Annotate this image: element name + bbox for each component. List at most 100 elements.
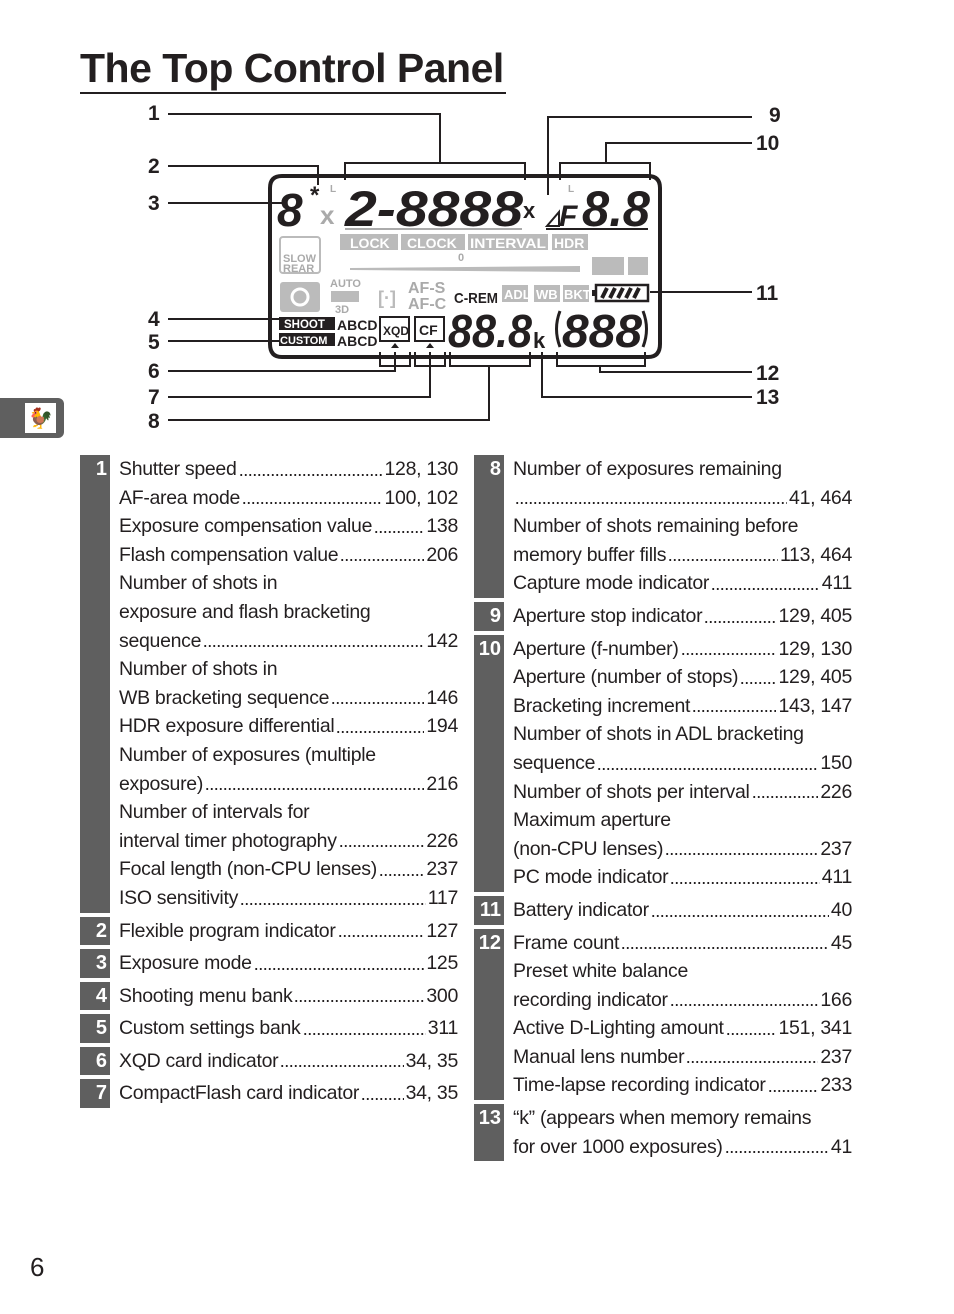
- lcd-x-right: x: [523, 198, 536, 223]
- exposure-mode-digit: 8: [277, 184, 303, 236]
- dot-leader: [378, 855, 425, 877]
- page-reference: 128, 130: [384, 458, 458, 480]
- exposure-scale-zero: 0: [458, 252, 464, 264]
- page-reference: 138: [426, 515, 458, 538]
- page-reference: 206: [426, 543, 458, 566]
- interval-label: INTERVAL: [470, 235, 546, 251]
- page-reference: 194: [426, 715, 458, 738]
- entry-number: 5: [80, 1014, 110, 1043]
- legend-line: “k” (appears when memory remains: [513, 1104, 852, 1133]
- callout-1: 1: [148, 102, 160, 125]
- af-area-bracket-icon: [·]: [378, 288, 396, 308]
- legend-left-column: 1 Shutter speed 128, 130 AF-area mode 100, 1…: [80, 455, 458, 1112]
- entry-number: 6: [80, 1046, 110, 1076]
- lcd-x-left: x: [320, 200, 335, 230]
- dot-leader: [669, 985, 819, 1008]
- top-control-panel-diagram: 1 2 3 4 5 6 7 8 9 10 11 12 13 8 * L x 2-…: [148, 102, 781, 433]
- page-reference: 100, 102: [384, 486, 458, 509]
- callout-13: 13: [756, 386, 779, 409]
- legend-line: Shooting menu bank 300: [119, 981, 458, 1011]
- page-reference: 143, 147: [778, 694, 852, 717]
- legend-line: Maximum aperture: [513, 806, 852, 835]
- 3d-label: 3D: [335, 304, 349, 316]
- legend-entry: 1 Shutter speed 128, 130 AF-area mode 100, 1…: [80, 455, 458, 913]
- wb-label: WB: [536, 287, 558, 302]
- item-label: (non-CPU lenses): [513, 837, 664, 860]
- page-reference: 300: [426, 984, 458, 1007]
- legend-line: AF-area mode 100, 102: [119, 483, 458, 513]
- dot-leader: [665, 834, 819, 857]
- dot-leader: [336, 712, 425, 734]
- flex-program-asterisk: *: [310, 182, 320, 209]
- dot-leader: [253, 949, 425, 971]
- legend-entry: 8 Number of exposures remaining 41, 464 Num…: [474, 455, 852, 598]
- legend-line: for over 1000 exposures) 41: [513, 1132, 852, 1162]
- legend-line: Number of shots remaining before: [513, 512, 852, 541]
- page-reference: 216: [426, 772, 458, 795]
- clock-label: CLOCK: [407, 235, 457, 251]
- callout-9: 9: [769, 104, 781, 127]
- item-label: sequence: [119, 629, 202, 652]
- legend-line: Aperture stop indicator 129, 405: [513, 601, 852, 631]
- page-reference: 40: [830, 898, 852, 921]
- item-label: Number of exposures (multiple: [119, 743, 376, 766]
- callout-3: 3: [148, 192, 160, 215]
- item-label: exposure and flash bracketing: [119, 600, 371, 623]
- dot-leader: [740, 663, 777, 685]
- dot-leader: [751, 777, 819, 800]
- page-reference: 127: [426, 919, 458, 942]
- item-label: Aperture (f-number): [513, 637, 679, 660]
- callout-lines: [168, 113, 752, 421]
- legend-line: interval timer photography 226: [119, 826, 458, 856]
- legend-line: XQD card indicator 34, 35: [119, 1046, 458, 1076]
- dot-leader: [597, 748, 819, 771]
- chapter-tab[interactable]: 🐓: [0, 398, 64, 438]
- legend-line: Preset white balance: [513, 957, 852, 986]
- custom-label: CUSTOM: [280, 335, 327, 347]
- legend-line: Time-lapse recording indicator 233: [513, 1071, 852, 1100]
- legend-entry: 4 Shooting menu bank 300: [80, 981, 458, 1011]
- page-reference: 129, 405: [778, 666, 852, 689]
- legend-entry: 2 Flexible program indicator 127: [80, 916, 458, 946]
- legend-line: Active D-Lighting amount 151, 341: [513, 1014, 852, 1043]
- legend-right-column: 8 Number of exposures remaining 41, 464 Num…: [474, 455, 852, 1165]
- xqd-card-indicator: XQD: [383, 324, 409, 338]
- dot-leader: [650, 895, 829, 918]
- callout-5: 5: [148, 331, 160, 354]
- entry-number: 9: [474, 601, 504, 631]
- legend-line: (non-CPU lenses) 237: [513, 834, 852, 864]
- page-reference: 129, 130: [778, 637, 852, 660]
- page-reference: 146: [426, 686, 458, 709]
- legend-entry: 9 Aperture stop indicator 129, 405: [474, 601, 852, 631]
- lcd-contents: 8 * L x 2-8888 x L F 8.8 LOCK CLOCK INTE…: [277, 181, 650, 357]
- dot-leader: [374, 512, 425, 534]
- item-label: Flash compensation value: [119, 543, 339, 566]
- legend-line: recording indicator 166: [513, 985, 852, 1015]
- item-label: Shutter speed: [119, 458, 237, 480]
- item-label: XQD card indicator: [119, 1049, 279, 1072]
- item-label: recording indicator: [513, 988, 668, 1011]
- page-reference: 237: [426, 858, 458, 881]
- legend-line: Number of shots in ADL bracketing: [513, 720, 852, 749]
- legend-entry: 6 XQD card indicator 34, 35: [80, 1046, 458, 1076]
- legend-line: memory buffer fills 113, 464: [513, 540, 852, 570]
- page-reference: 41, 464: [789, 486, 852, 509]
- lcd-l-right: L: [568, 184, 574, 195]
- dot-leader: [680, 634, 777, 657]
- legend-line: ISO sensitivity 117: [119, 883, 459, 913]
- page-reference: 226: [820, 780, 852, 803]
- page-reference: 311: [427, 1017, 459, 1040]
- dot-leader: [240, 883, 426, 906]
- dot-leader: [711, 569, 820, 591]
- page-reference: 117: [427, 886, 459, 909]
- item-label: CompactFlash card indicator: [119, 1082, 360, 1105]
- item-label: interval timer photography: [119, 829, 337, 852]
- dot-leader: [725, 1014, 777, 1036]
- legend-line: Number of exposures remaining: [513, 455, 852, 484]
- legend-line: CompactFlash card indicator 34, 35: [119, 1079, 458, 1108]
- dot-leader: [205, 769, 425, 792]
- entry-number: 11: [474, 895, 504, 925]
- dot-leader: [238, 455, 383, 477]
- dot-leader: [724, 1132, 829, 1155]
- aperture-stop-triangle-icon: [544, 209, 560, 227]
